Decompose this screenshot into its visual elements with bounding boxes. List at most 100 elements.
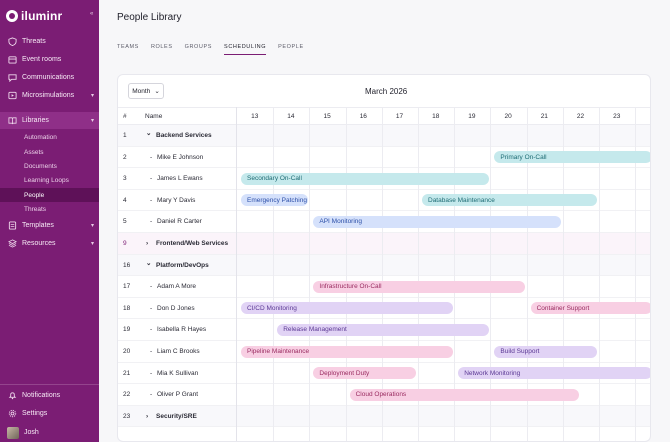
tree-branch-marker: - [150,196,153,204]
sidebar-subitem-learning-loops[interactable]: Learning Loops [0,173,99,187]
sidebar-item-label: Templates [22,222,54,229]
sidebar-item-label: Microsimulations [22,92,75,99]
day-header: 19 [468,113,476,120]
schedule-bar[interactable]: CI/CD Monitoring [241,302,453,315]
row-number: 3 [123,175,127,183]
sidebar-subitem-assets[interactable]: Assets [0,145,99,159]
day-header: 20 [504,113,512,120]
schedule-bar[interactable]: Cloud Operations [349,388,580,401]
shield-icon [7,37,17,47]
person-name: Don D Jones [157,304,195,312]
name-column-divider [236,107,237,441]
schedule-bar[interactable]: Secondary On-Call [241,172,489,185]
chevron-down-icon: ⌄ [154,88,160,95]
group-row[interactable]: 1 ⌄ Backend Services [118,125,650,147]
sidebar-divider [0,384,99,385]
sidebar-item-threats[interactable]: Threats [0,33,99,50]
tree-branch-marker: - [150,326,153,334]
sidebar-item-microsimulations[interactable]: Microsimulations ▾ [0,87,99,104]
sidebar: iluminr « Threats Event rooms Communicat… [0,0,99,442]
sidebar-item-resources[interactable]: Resources ▾ [0,235,99,252]
sidebar-item-label: Notifications [22,392,61,399]
sidebar-item-templates[interactable]: Templates ▾ [0,217,99,234]
gear-icon [7,409,17,419]
tab-roles[interactable]: ROLES [151,44,173,55]
person-name: Mia K Sullivan [157,369,199,377]
tab-groups[interactable]: GROUPS [185,44,212,55]
view-select-value: Month [132,87,151,95]
group-row[interactable]: 16 ⌄ Platform/DevOps [118,254,650,277]
day-header: 23 [613,113,621,120]
sidebar-item-label: Libraries [22,117,49,124]
sidebar-subitem-documents[interactable]: Documents [0,159,99,173]
person-name: Liam C Brooks [157,348,200,355]
tree-branch-marker: - [150,283,153,291]
person-name: James L Ewans [157,175,203,183]
group-row[interactable]: 9 › Frontend/Web Services [118,233,650,255]
logo-icon [6,10,18,22]
sidebar-user[interactable]: Josh [0,424,99,441]
collapse-sidebar-icon[interactable]: « [90,11,93,17]
schedule-bar[interactable]: Pipeline Maintenance [241,345,453,358]
sidebar-item-label: Threats [22,38,46,45]
group-row[interactable]: 23 › Security/SRE [118,405,650,428]
group-name: Security/SRE [156,412,197,420]
sidebar-item-communications[interactable]: Communications [0,69,99,86]
sidebar-subitem-threats[interactable]: Threats [0,202,99,216]
schedule-bar[interactable]: Infrastructure On-Call [313,280,525,293]
row-number: 23 [123,412,131,420]
person-name: Adam A More [157,283,197,291]
brand-logo[interactable]: iluminr [6,9,62,23]
row-number: 17 [123,283,131,291]
day-header: 13 [251,113,259,120]
chevron-down-icon: ▾ [90,223,94,229]
row-number: 4 [123,196,127,204]
tab-people[interactable]: PEOPLE [278,44,304,55]
sidebar-item-label: Communications [22,74,75,81]
sidebar-item-settings[interactable]: Settings [0,405,99,422]
schedule-bar[interactable]: Primary On-Call [494,151,650,164]
sidebar-item-notifications[interactable]: Notifications [0,387,99,404]
day-header: 22 [576,113,585,120]
tab-teams[interactable]: TEAMS [117,44,139,55]
row-number: 5 [123,218,127,226]
chevron-down-icon: ▾ [90,93,94,99]
schedule-bar[interactable]: Container Support [530,302,650,315]
row-number: 22 [123,391,131,399]
tab-bar: TEAMS ROLES GROUPS SCHEDULING PEOPLE [117,44,304,55]
sidebar-subitem-people[interactable]: People [0,188,99,202]
chevron-down-icon: ▾ [90,118,94,124]
row-number: 1 [123,132,127,139]
chevron-down-icon[interactable]: ⌄ [146,129,151,137]
column-header-number: # [123,113,127,120]
day-divider [345,107,347,441]
sidebar-item-event-rooms[interactable]: Event rooms [0,51,99,68]
chevron-right-icon[interactable]: › [146,240,148,247]
month-title: March 2026 [365,87,408,96]
day-header: 14 [287,113,295,120]
schedule-bar[interactable]: Deployment Duty [313,367,417,380]
day-header: 15 [323,113,331,120]
tree-branch-marker: - [150,175,153,183]
chevron-down-icon[interactable]: ⌄ [146,259,151,267]
play-icon [7,91,17,101]
schedule-bar[interactable]: Release Management [277,323,489,336]
schedule-bar[interactable]: Database Maintenance [422,194,598,207]
template-icon [7,221,17,231]
tree-branch-marker: - [150,369,153,377]
day-divider [309,107,311,441]
person-name: Oliver P Grant [157,391,199,399]
person-name: Mike E Johnson [157,153,204,161]
view-select[interactable]: Month ⌄ [128,83,164,99]
schedule-bar[interactable]: Emergency Patching [241,194,308,207]
tree-branch-marker: - [150,153,153,161]
day-header: 21 [540,113,548,120]
schedule-bar[interactable]: Network Monitoring [458,367,650,380]
chevron-right-icon[interactable]: › [146,413,148,420]
schedule-bar[interactable]: Build Support [494,345,598,358]
sidebar-item-libraries[interactable]: Libraries ▾ [0,112,99,129]
sidebar-subitem-automation[interactable]: Automation [0,130,99,144]
schedule-bar[interactable]: API Monitoring [313,215,562,228]
tab-scheduling[interactable]: SCHEDULING [224,44,267,55]
avatar [7,426,19,439]
